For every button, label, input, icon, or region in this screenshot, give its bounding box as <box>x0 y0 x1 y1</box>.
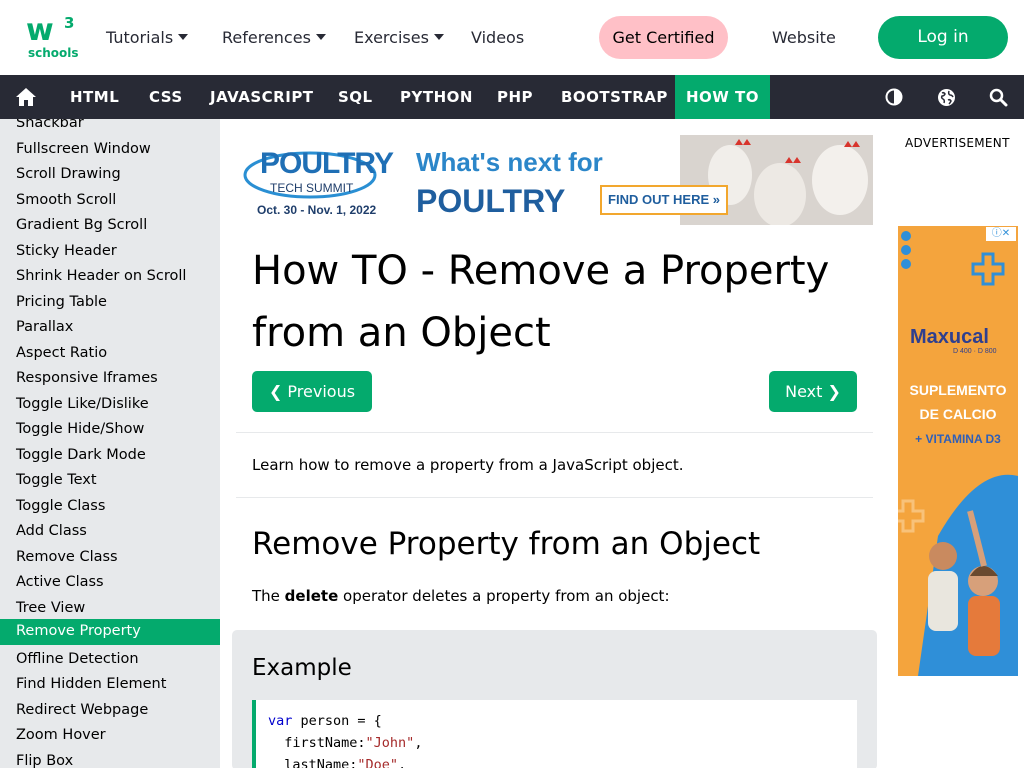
nav-sql[interactable]: SQL <box>338 75 373 119</box>
banner-dates: Oct. 30 - Nov. 1, 2022 <box>257 203 377 217</box>
sidebar-item-zoom-hover[interactable]: Zoom Hover <box>0 723 220 749</box>
nav-tutorials[interactable]: Tutorials <box>106 27 189 49</box>
globe-icon[interactable] <box>934 75 958 119</box>
section-paragraph: The delete operator deletes a property f… <box>252 585 670 607</box>
banner-brand-sub: TECH SUMMIT <box>270 181 354 195</box>
tutorial-nav-bar: HTML CSS JAVASCRIPT SQL PYTHON PHP BOOTS… <box>0 75 1024 119</box>
sidebar-item-toggle-like-dislike[interactable]: Toggle Like/Dislike <box>0 392 220 418</box>
top-header: w 3 schools Tutorials References Exercis… <box>0 0 1024 75</box>
get-certified-button[interactable]: Get Certified <box>599 16 728 59</box>
sidebar-item-add-class[interactable]: Add Class <box>0 519 220 545</box>
home-icon[interactable] <box>12 75 40 119</box>
code-string: "John" <box>365 735 415 751</box>
sidebar-item-snackbar[interactable]: Snackbar <box>0 119 220 137</box>
code-text: firstName: <box>268 735 366 751</box>
nav-exercises[interactable]: Exercises <box>354 27 444 49</box>
side-ad-line3: + VITAMINA D3 <box>915 432 1001 446</box>
w3schools-logo[interactable]: w 3 schools <box>26 13 79 62</box>
search-icon[interactable] <box>986 75 1010 119</box>
sidebar-item-smooth-scroll[interactable]: Smooth Scroll <box>0 188 220 214</box>
sidebar-item-gradient-bg-scroll[interactable]: Gradient Bg Scroll <box>0 213 220 239</box>
sidebar-item-flip-box[interactable]: Flip Box <box>0 749 220 768</box>
sidebar-item-pricing-table[interactable]: Pricing Table <box>0 290 220 316</box>
example-title: Example <box>252 655 352 681</box>
ad-choices-icon[interactable]: ⓘ✕ <box>986 227 1016 241</box>
side-ad-line1: SUPLEMENTO <box>909 382 1007 398</box>
code-string: "Doe" <box>357 757 399 768</box>
sidebar-item-scroll-drawing[interactable]: Scroll Drawing <box>0 162 220 188</box>
sidebar-item-parallax[interactable]: Parallax <box>0 315 220 341</box>
nav-videos[interactable]: Videos <box>471 27 524 49</box>
sidebar-item-toggle-hide-show[interactable]: Toggle Hide/Show <box>0 417 220 443</box>
previous-button[interactable]: ❮ Previous <box>252 371 372 412</box>
intro-text: Learn how to remove a property from a Ja… <box>252 456 684 474</box>
code-text: , <box>398 757 407 768</box>
logo-schools: schools <box>28 46 79 60</box>
page-title: How TO - Remove a Property from an Objec… <box>252 248 830 356</box>
banner-advertisement[interactable]: POULTRY TECH SUMMIT Oct. 30 - Nov. 1, 20… <box>240 135 873 225</box>
side-ad-line2: DE CALCIO <box>919 406 997 422</box>
banner-headline-1: What's next for <box>416 147 603 177</box>
para-keyword: delete <box>284 587 339 605</box>
nav-references-label: References <box>222 28 311 47</box>
logo-3: 3 <box>64 14 75 32</box>
side-advertisement[interactable]: ⓘ✕ Maxucal D 400 · D 800 SUPLEMENTO DE C… <box>898 226 1018 676</box>
sidebar-item-shrink-header[interactable]: Shrink Header on Scroll <box>0 264 220 290</box>
nav-exercises-label: Exercises <box>354 28 429 47</box>
sidebar: Snackbar Fullscreen Window Scroll Drawin… <box>0 119 220 768</box>
login-button[interactable]: Log in <box>878 16 1008 59</box>
code-text: lastName: <box>268 757 358 768</box>
sidebar-item-find-hidden-element[interactable]: Find Hidden Element <box>0 672 220 698</box>
nav-videos-label: Videos <box>471 28 525 47</box>
banner-headline-2: POULTRY <box>416 183 566 219</box>
nav-javascript[interactable]: JAVASCRIPT <box>210 75 314 119</box>
code-block[interactable]: var person = { firstName:"John", lastNam… <box>252 700 857 768</box>
nav-python[interactable]: PYTHON <box>400 75 473 119</box>
nav-bootstrap[interactable]: BOOTSTRAP <box>561 75 668 119</box>
logo-w: w <box>26 13 54 48</box>
nav-html[interactable]: HTML <box>70 75 119 119</box>
sidebar-item-tree-view[interactable]: Tree View <box>0 596 220 622</box>
nav-php[interactable]: PHP <box>497 75 533 119</box>
section-title: Remove Property from an Object <box>252 526 761 562</box>
side-ad-brand: Maxucal <box>910 326 989 348</box>
side-ad-sub: D 400 · D 800 <box>953 348 997 355</box>
sidebar-item-redirect-webpage[interactable]: Redirect Webpage <box>0 698 220 724</box>
sidebar-item-toggle-class[interactable]: Toggle Class <box>0 494 220 520</box>
divider <box>236 497 873 498</box>
code-text: person = { <box>292 713 382 729</box>
code-line: firstName:"John", <box>268 732 857 754</box>
contrast-icon[interactable] <box>882 75 906 119</box>
caret-down-icon <box>178 34 189 40</box>
next-button[interactable]: Next ❯ <box>769 371 857 412</box>
caret-down-icon <box>433 34 444 40</box>
nav-tutorials-label: Tutorials <box>106 28 174 47</box>
banner-cta[interactable]: FIND OUT HERE » <box>600 185 728 215</box>
sidebar-item-toggle-dark-mode[interactable]: Toggle Dark Mode <box>0 443 220 469</box>
sidebar-item-active-class[interactable]: Active Class <box>0 570 220 596</box>
divider <box>236 432 873 433</box>
sidebar-item-sticky-header[interactable]: Sticky Header <box>0 239 220 265</box>
nav-howto[interactable]: HOW TO <box>675 75 770 119</box>
side-ad-graphic <box>898 226 1018 676</box>
sidebar-item-aspect-ratio[interactable]: Aspect Ratio <box>0 341 220 367</box>
banner-brand: POULTRY <box>260 147 394 180</box>
sidebar-item-remove-property[interactable]: Remove Property <box>0 619 220 645</box>
sidebar-item-toggle-text[interactable]: Toggle Text <box>0 468 220 494</box>
caret-down-icon <box>315 34 326 40</box>
para-suffix: operator deletes a property from an obje… <box>338 587 670 605</box>
sidebar-item-fullscreen-window[interactable]: Fullscreen Window <box>0 137 220 163</box>
nav-references[interactable]: References <box>222 27 326 49</box>
sidebar-item-remove-class[interactable]: Remove Class <box>0 545 220 571</box>
code-keyword: var <box>268 713 293 729</box>
sidebar-item-offline-detection[interactable]: Offline Detection <box>0 647 220 673</box>
advertisement-label: ADVERTISEMENT <box>905 136 1010 150</box>
website-link[interactable]: Website <box>772 27 836 49</box>
para-prefix: The <box>252 587 285 605</box>
code-text: , <box>414 735 423 751</box>
code-line: lastName:"Doe", <box>268 754 857 768</box>
nav-css[interactable]: CSS <box>149 75 183 119</box>
sidebar-item-responsive-iframes[interactable]: Responsive Iframes <box>0 366 220 392</box>
code-line: var person = { <box>268 710 857 732</box>
